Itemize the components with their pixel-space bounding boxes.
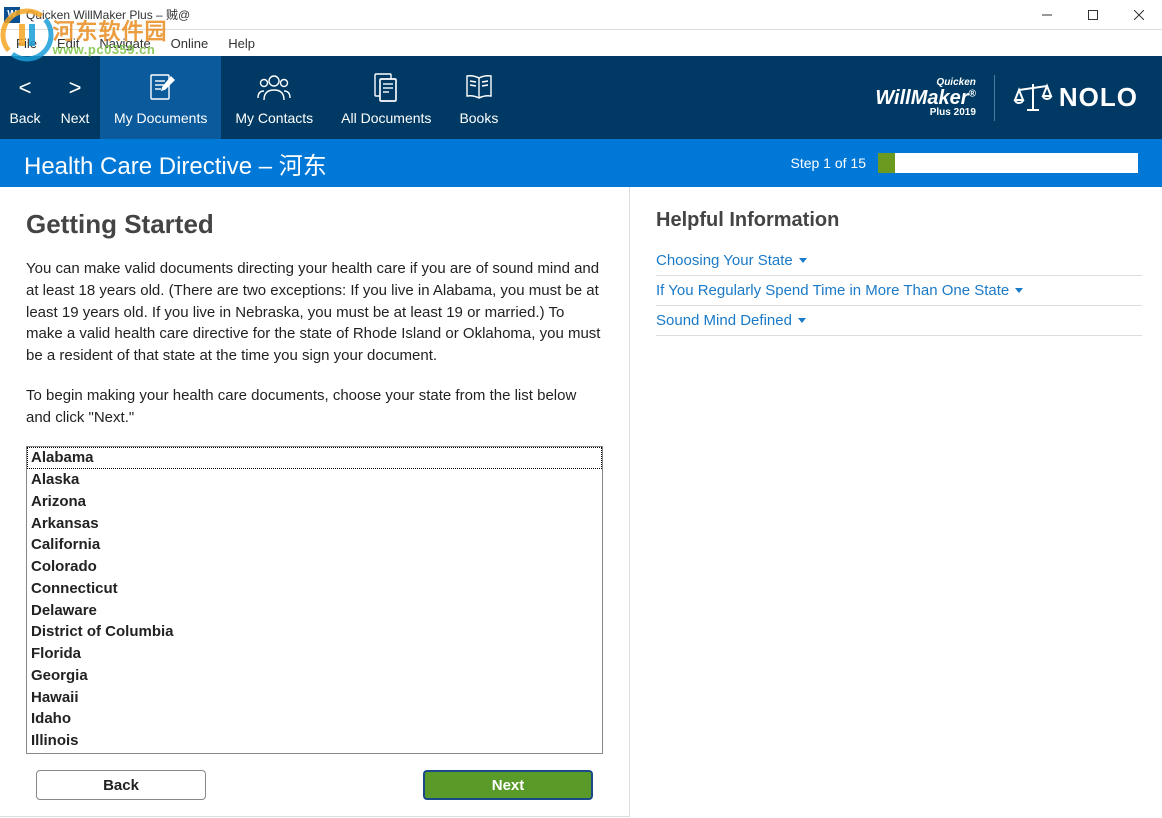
toolbar-next[interactable]: > Next (50, 56, 100, 139)
state-option[interactable]: Colorado (27, 556, 602, 578)
help-link-label: Sound Mind Defined (656, 312, 792, 329)
content-area: Getting Started You can make valid docum… (0, 187, 1162, 817)
help-link-label: Choosing Your State (656, 252, 793, 269)
state-option[interactable]: Florida (27, 643, 602, 665)
state-option[interactable]: Georgia (27, 665, 602, 687)
main-pane: Getting Started You can make valid docum… (0, 187, 630, 817)
chevron-right-icon: > (69, 77, 82, 99)
state-option[interactable]: District of Columbia (27, 621, 602, 643)
state-option[interactable]: California (27, 534, 602, 556)
caret-down-icon (1015, 288, 1023, 293)
menubar: File Edit Navigate Online Help (0, 30, 1162, 56)
next-button[interactable]: Next (423, 770, 593, 800)
app-icon: W (4, 7, 20, 23)
state-option[interactable]: Idaho (27, 708, 602, 730)
help-topic-link[interactable]: Choosing Your State (656, 246, 1142, 276)
help-link-label: If You Regularly Spend Time in More Than… (656, 282, 1009, 299)
state-option[interactable]: Indiana (27, 752, 602, 754)
intro-paragraph-2: To begin making your health care documen… (26, 385, 603, 429)
minimize-button[interactable] (1024, 0, 1070, 30)
toolbar-back[interactable]: < Back (0, 56, 50, 139)
maximize-button[interactable] (1070, 0, 1116, 30)
toolbar-books[interactable]: Books (445, 56, 512, 139)
menu-file[interactable]: File (6, 33, 47, 54)
help-topic-link[interactable]: Sound Mind Defined (656, 306, 1142, 336)
menu-online[interactable]: Online (161, 33, 219, 54)
state-option[interactable]: Illinois (27, 730, 602, 752)
toolbar-my-contacts[interactable]: My Contacts (221, 56, 327, 139)
state-option[interactable]: Arkansas (27, 513, 602, 535)
step-indicator: Step 1 of 15 (790, 155, 866, 171)
page-title: Health Care Directive – 河东 (24, 146, 790, 181)
scales-icon (1013, 80, 1053, 116)
help-topic-link[interactable]: If You Regularly Spend Time in More Than… (656, 276, 1142, 306)
state-option[interactable]: Connecticut (27, 578, 602, 600)
state-option[interactable]: Hawaii (27, 687, 602, 709)
menu-help[interactable]: Help (218, 33, 265, 54)
documents-icon (368, 70, 404, 106)
caret-down-icon (799, 258, 807, 263)
window-titlebar: W Quicken WillMaker Plus – 贼@ (0, 0, 1162, 30)
state-option[interactable]: Alabama (27, 447, 602, 469)
back-button[interactable]: Back (36, 770, 206, 800)
window-controls (1024, 0, 1162, 30)
people-icon (256, 70, 292, 106)
menu-navigate[interactable]: Navigate (89, 33, 160, 54)
wizard-buttons: Back Next (26, 770, 603, 800)
help-heading: Helpful Information (656, 209, 1142, 232)
toolbar-all-documents[interactable]: All Documents (327, 56, 445, 139)
progress-bar (878, 153, 1138, 173)
state-option[interactable]: Alaska (27, 469, 602, 491)
state-option[interactable]: Delaware (27, 600, 602, 622)
section-heading: Getting Started (26, 209, 603, 240)
nolo-logo: NOLO (1013, 80, 1138, 116)
caret-down-icon (798, 318, 806, 323)
progress-fill (878, 153, 895, 173)
document-edit-icon (143, 70, 179, 106)
close-button[interactable] (1116, 0, 1162, 30)
subheader: Health Care Directive – 河东 Step 1 of 15 (0, 139, 1162, 187)
brand-divider (994, 75, 995, 121)
book-icon (461, 70, 497, 106)
toolbar-my-documents[interactable]: My Documents (100, 56, 221, 139)
main-toolbar: < Back > Next My Documents My Contacts A… (0, 56, 1162, 139)
intro-paragraph-1: You can make valid documents directing y… (26, 258, 603, 367)
willmaker-logo: Quicken WillMaker® Plus 2019 (875, 78, 976, 118)
window-title: Quicken WillMaker Plus – 贼@ (26, 6, 190, 23)
state-option[interactable]: Arizona (27, 491, 602, 513)
state-listbox[interactable]: AlabamaAlaskaArizonaArkansasCaliforniaCo… (26, 446, 603, 754)
help-pane: Helpful Information Choosing Your State I… (630, 187, 1162, 817)
chevron-left-icon: < (19, 77, 32, 99)
brand-area: Quicken WillMaker® Plus 2019 NOLO (875, 75, 1152, 121)
menu-edit[interactable]: Edit (47, 33, 89, 54)
